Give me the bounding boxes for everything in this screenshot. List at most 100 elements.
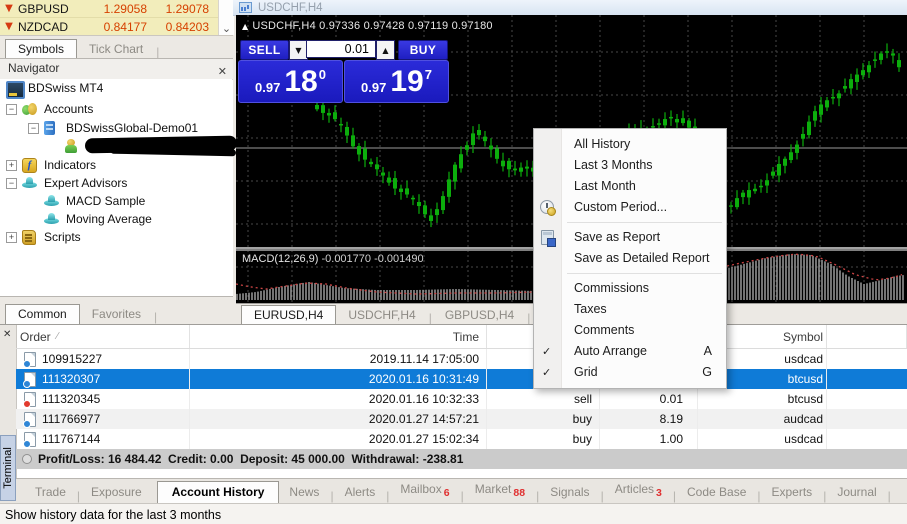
- menu-item-comments[interactable]: Comments: [534, 320, 726, 341]
- terminal-tab-market[interactable]: Market88: [465, 479, 535, 503]
- tab-label: Tick Chart: [89, 42, 143, 56]
- chart-tab-gbpusd-h4[interactable]: GBPUSD,H4: [433, 306, 526, 325]
- volume-increase-button[interactable]: ▲: [376, 40, 395, 60]
- menu-item-last-3-months[interactable]: Last 3 Months: [534, 155, 726, 176]
- sell-button[interactable]: SELL: [240, 40, 289, 60]
- menu-item-last-month[interactable]: Last Month: [534, 176, 726, 197]
- blue-dot-icon: [23, 360, 31, 368]
- table-row[interactable]: 1117671442020.01.27 15:02:34buy1.00usdca…: [16, 429, 907, 449]
- market-watch-scrollbar[interactable]: ⌄: [218, 0, 234, 35]
- table-row[interactable]: 1113203452020.01.16 10:32:33sell0.01btcu…: [16, 389, 907, 409]
- tab-common[interactable]: Common: [5, 304, 80, 324]
- table-row[interactable]: 1117669772020.01.27 14:57:21buy8.19audca…: [16, 409, 907, 429]
- tab-favorites[interactable]: Favorites: [80, 305, 153, 324]
- tree-item-bdswiss-mt4[interactable]: BDSwiss MT4: [0, 79, 103, 97]
- menu-item-save-as-report[interactable]: Save as Report: [534, 227, 726, 248]
- symbol-value: btcusd: [788, 372, 823, 386]
- terminal-tab-news[interactable]: News: [279, 482, 329, 503]
- tab-label: Symbols: [18, 42, 64, 56]
- summary-text: Profit/Loss: 16 484.42 Credit: 0.00 Depo…: [38, 452, 463, 466]
- tree-item-label: Accounts: [44, 102, 93, 116]
- tree-item-indicators[interactable]: +fIndicators: [0, 156, 96, 174]
- order-document-icon: [24, 372, 36, 387]
- chart-tab-eurusd-h4[interactable]: EURUSD,H4: [241, 305, 336, 325]
- menu-item-label: Last 3 Months: [574, 158, 653, 172]
- tree-item-moving-average[interactable]: Moving Average: [0, 210, 152, 228]
- table-row[interactable]: 1113203072020.01.16 10:31:49buy1.00btcus…: [16, 369, 907, 389]
- terminal-tab-experts[interactable]: Experts: [762, 482, 823, 503]
- menu-item-label: Last Month: [574, 179, 636, 193]
- chart-tab-usdchf-h4[interactable]: USDCHF,H4: [336, 306, 427, 325]
- tree-item-accounts[interactable]: − Accounts: [0, 100, 93, 118]
- checkmark-icon: ✓: [542, 341, 551, 362]
- size-cell: 0.01: [600, 389, 698, 409]
- buy-price-tile[interactable]: 0.97 19 7: [344, 60, 449, 103]
- symbol-value: usdcad: [784, 432, 823, 446]
- column-header-empty[interactable]: [827, 325, 907, 348]
- market-watch-row[interactable]: ▼NZDCAD0.841770.84203: [0, 18, 233, 36]
- tree-item-label: Moving Average: [66, 212, 152, 226]
- menu-item-all-history[interactable]: All History: [534, 134, 726, 155]
- chart-window-titlebar[interactable]: USDCHF,H4: [233, 0, 907, 16]
- collapse-icon[interactable]: −: [6, 178, 17, 189]
- column-header-order[interactable]: Order∕: [16, 325, 190, 348]
- bid-price: 0.84177: [85, 20, 147, 34]
- terminal-tab-articles[interactable]: Articles3: [605, 479, 672, 503]
- terminal-panel: ✕ Terminal Order∕TimeTypeSizeSymbol10991…: [0, 324, 907, 524]
- collapse-panel-icon[interactable]: ▲: [242, 22, 248, 31]
- table-row[interactable]: 1099152272019.11.14 17:05:00usdcad: [16, 349, 907, 369]
- symbol-cell: btcusd: [698, 389, 827, 409]
- red-dot-icon: [23, 400, 31, 408]
- terminal-tab-alerts[interactable]: Alerts: [335, 482, 386, 503]
- collapse-icon[interactable]: −: [6, 104, 17, 115]
- expand-icon[interactable]: +: [6, 232, 17, 243]
- menu-item-save-as-detailed-report[interactable]: Save as Detailed Report: [534, 248, 726, 269]
- symbol-value: btcusd: [788, 392, 823, 406]
- terminal-tab-journal[interactable]: Journal: [827, 482, 886, 503]
- sort-ascending-icon: ∕: [57, 331, 59, 342]
- menu-item-label: Auto Arrange: [574, 344, 647, 358]
- terminal-tab-label: Trade: [35, 485, 66, 499]
- tab-tick-chart[interactable]: Tick Chart: [77, 40, 155, 59]
- collapse-icon[interactable]: −: [28, 123, 39, 134]
- terminal-tab-account-history[interactable]: Account History: [157, 481, 280, 503]
- time-cell: 2020.01.27 14:57:21: [190, 409, 487, 429]
- sell-price-tile[interactable]: 0.97 18 0: [238, 60, 343, 103]
- tree-item-label: BDSwissGlobal-Demo01: [66, 121, 198, 135]
- checkmark-icon: ✓: [542, 362, 551, 383]
- column-header-time[interactable]: Time: [190, 325, 487, 348]
- market-watch-row[interactable]: ▼GBPUSD1.290581.29078: [0, 0, 233, 18]
- menu-item-auto-arrange[interactable]: ✓Auto ArrangeA: [534, 341, 726, 362]
- tree-item-bdswissglobal-demo01[interactable]: − BDSwissGlobal-Demo01: [0, 119, 198, 137]
- menu-item-custom-period-[interactable]: Custom Period...: [534, 197, 726, 218]
- terminal-tab-label: Journal: [837, 485, 876, 499]
- chart-tab-label: EURUSD,H4: [254, 308, 323, 322]
- menu-item-grid[interactable]: ✓GridG: [534, 362, 726, 383]
- volume-input[interactable]: [306, 40, 376, 58]
- menu-item-label: Commissions: [574, 281, 649, 295]
- time-value: 2020.01.27 14:57:21: [369, 412, 479, 426]
- tree-item-expert-advisors[interactable]: −Expert Advisors: [0, 174, 127, 192]
- tree-item-scripts[interactable]: +Scripts: [0, 228, 81, 246]
- terminal-tab-exposure[interactable]: Exposure: [81, 482, 152, 503]
- terminal-tab-mailbox[interactable]: Mailbox6: [390, 479, 459, 503]
- menu-item-commissions[interactable]: Commissions: [534, 278, 726, 299]
- chevron-down-icon[interactable]: ⌄: [222, 22, 231, 35]
- tab-symbols[interactable]: Symbols: [5, 39, 77, 59]
- order-cell: 111767144: [16, 429, 190, 449]
- terminal-tab-code-base[interactable]: Code Base: [677, 482, 756, 503]
- terminal-tab-trade[interactable]: Trade: [25, 482, 76, 503]
- menu-item-taxes[interactable]: Taxes: [534, 299, 726, 320]
- order-cell: 111320345: [16, 389, 190, 409]
- navigator-title: Navigator: [8, 61, 59, 75]
- tree-item-account[interactable]: [0, 137, 86, 155]
- buy-button[interactable]: BUY: [398, 40, 448, 60]
- terminal-vertical-tab[interactable]: Terminal: [0, 435, 16, 501]
- tree-item-macd-sample[interactable]: MACD Sample: [0, 192, 145, 210]
- close-icon[interactable]: ✕: [3, 329, 11, 340]
- terminal-tab-signals[interactable]: Signals: [540, 482, 599, 503]
- time-cell: 2020.01.16 10:31:49: [190, 369, 487, 389]
- expand-icon[interactable]: +: [6, 160, 17, 171]
- ea-icon: [44, 212, 59, 226]
- empty-cell: [827, 369, 907, 389]
